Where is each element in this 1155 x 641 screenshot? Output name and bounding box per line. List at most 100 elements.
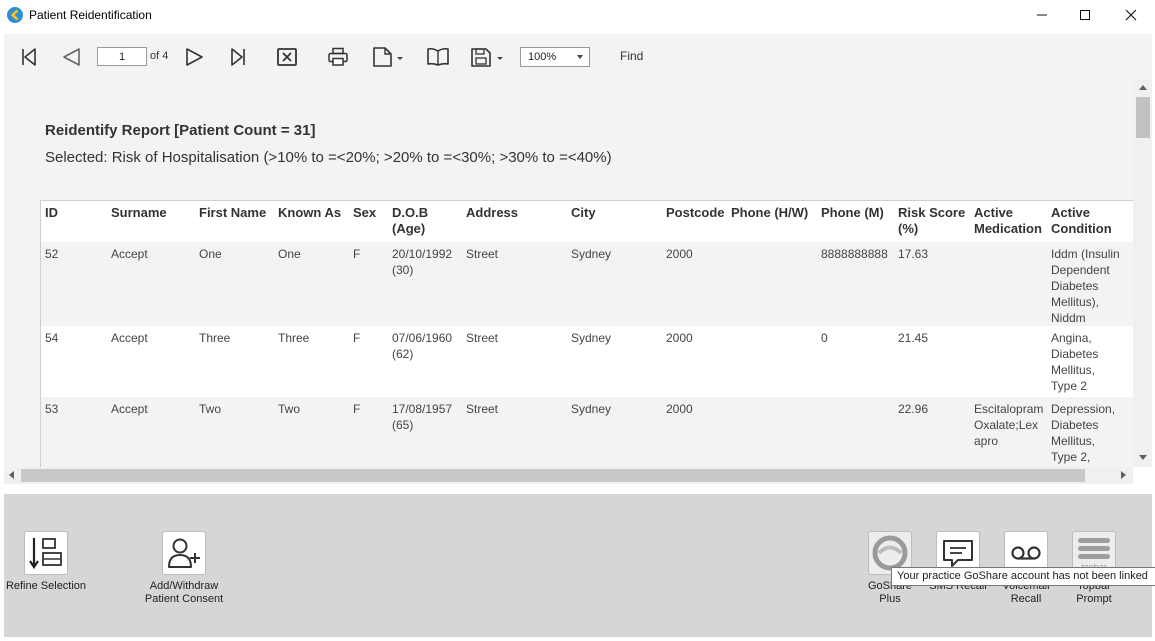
cell-active-condition: Depression, Diabetes Mellitus, Type 2, H… bbox=[1051, 402, 1116, 467]
add-withdraw-consent-button[interactable] bbox=[162, 531, 206, 575]
column-header-city: City bbox=[571, 205, 596, 220]
cell-risk-score: 21.45 bbox=[898, 331, 929, 345]
cell-first-name: Two bbox=[199, 402, 222, 416]
title-bar: Patient Reidentification bbox=[0, 0, 1155, 30]
print-button[interactable] bbox=[325, 45, 351, 69]
table-row[interactable]: 53 Accept Two Two F 17/08/1957 (65) Stre… bbox=[41, 397, 1133, 467]
first-page-button[interactable] bbox=[18, 45, 40, 69]
cell-address: Street bbox=[466, 331, 499, 345]
cell-address: Street bbox=[466, 402, 499, 416]
scroll-up-icon[interactable] bbox=[1139, 85, 1147, 90]
horizontal-scroll-thumb[interactable] bbox=[21, 469, 1085, 482]
cell-surname: Accept bbox=[111, 247, 148, 261]
close-button[interactable] bbox=[1108, 0, 1154, 30]
minimize-icon bbox=[1037, 14, 1047, 16]
save-button[interactable] bbox=[468, 45, 506, 69]
report-toolbar: of 4 100% Find bbox=[4, 34, 1152, 80]
report-subtitle: Selected: Risk of Hospitalisation (>10% … bbox=[45, 149, 612, 166]
cell-id: 54 bbox=[45, 331, 59, 345]
print-layout-icon bbox=[427, 47, 449, 66]
report-title: Reidentify Report [Patient Count = 31] bbox=[45, 122, 316, 139]
column-header-address: Address bbox=[466, 205, 519, 220]
maximize-button[interactable] bbox=[1062, 0, 1108, 30]
sms-icon bbox=[943, 540, 973, 567]
cell-known-as: Two bbox=[278, 402, 301, 416]
zoom-value: 100% bbox=[528, 51, 557, 63]
column-header-phone-m: Phone (M) bbox=[821, 205, 884, 220]
previous-page-icon bbox=[63, 48, 80, 66]
next-page-icon bbox=[186, 48, 203, 66]
cell-first-name: One bbox=[199, 247, 222, 261]
stop-icon bbox=[277, 48, 297, 66]
cell-address: Street bbox=[466, 247, 499, 261]
goshare-tooltip: Your practice GoShare account has not be… bbox=[891, 567, 1155, 586]
chevron-down-icon bbox=[577, 55, 583, 59]
cell-surname: Accept bbox=[111, 402, 148, 416]
column-header-known-as: Known As bbox=[278, 205, 342, 220]
cell-city: Sydney bbox=[571, 331, 612, 345]
cell-surname: Accept bbox=[111, 331, 148, 345]
find-link[interactable]: Find bbox=[620, 49, 643, 63]
vertical-scroll-thumb[interactable] bbox=[1136, 97, 1150, 138]
vertical-scrollbar[interactable] bbox=[1133, 80, 1152, 467]
cell-active-condition: Angina, Diabetes Mellitus, Type 2 bbox=[1051, 331, 1099, 393]
cell-city: Sydney bbox=[571, 247, 612, 261]
cell-dob: 07/06/1960 (62) bbox=[392, 331, 453, 361]
next-page-button[interactable] bbox=[183, 45, 207, 69]
action-panel: Refine Selection Add/Withdraw Patient Co… bbox=[4, 494, 1152, 637]
column-header-phone-hw: Phone (H/W) bbox=[731, 205, 809, 220]
refine-selection-icon bbox=[29, 538, 62, 569]
cell-sex: F bbox=[353, 247, 361, 261]
cell-dob: 20/10/1992 (30) bbox=[392, 247, 453, 277]
add-withdraw-consent-label: Add/Withdraw Patient Consent bbox=[144, 580, 224, 605]
refine-selection-button[interactable] bbox=[24, 531, 68, 575]
report-view: Reidentify Report [Patient Count = 31] S… bbox=[4, 80, 1133, 467]
save-icon bbox=[471, 48, 503, 67]
cell-risk-score: 17.63 bbox=[898, 247, 929, 261]
column-header-first-name: First Name bbox=[199, 205, 267, 220]
cell-risk-score: 22.96 bbox=[898, 402, 929, 416]
app-logo-icon bbox=[7, 7, 23, 23]
column-header-postcode: Postcode bbox=[666, 205, 725, 220]
scroll-right-icon[interactable] bbox=[1121, 471, 1126, 479]
maximize-icon bbox=[1080, 10, 1090, 20]
cell-active-condition: Iddm (Insulin Dependent Diabetes Mellitu… bbox=[1051, 247, 1120, 325]
scroll-down-icon[interactable] bbox=[1139, 455, 1147, 460]
cell-id: 53 bbox=[45, 402, 59, 416]
previous-page-button[interactable] bbox=[59, 45, 83, 69]
last-page-icon bbox=[231, 48, 245, 66]
refine-selection-label: Refine Selection bbox=[5, 580, 87, 592]
column-header-dob: D.O.B (Age) bbox=[392, 205, 429, 236]
scroll-left-icon[interactable] bbox=[9, 471, 14, 479]
cell-postcode: 2000 bbox=[666, 247, 693, 261]
last-page-button[interactable] bbox=[227, 45, 249, 69]
cell-active-medication: Escitalopram Oxalate;Lexapro bbox=[974, 402, 1044, 448]
page-number-input[interactable] bbox=[97, 47, 147, 66]
cell-first-name: Three bbox=[199, 331, 231, 345]
page-setup-icon bbox=[373, 47, 403, 67]
first-page-icon bbox=[22, 48, 36, 66]
minimize-button[interactable] bbox=[1019, 0, 1065, 30]
stop-button[interactable] bbox=[275, 45, 299, 69]
add-user-icon bbox=[168, 538, 200, 568]
close-icon bbox=[1125, 9, 1137, 21]
print-layout-button[interactable] bbox=[425, 45, 451, 69]
horizontal-scrollbar[interactable] bbox=[4, 467, 1133, 484]
table-row[interactable]: 52 Accept One One F 20/10/1992 (30) Stre… bbox=[41, 242, 1133, 326]
column-header-surname: Surname bbox=[111, 205, 167, 220]
column-header-active-medication: Active Medication bbox=[974, 205, 1042, 236]
cell-sex: F bbox=[353, 402, 361, 416]
page-count-label: of 4 bbox=[150, 50, 169, 62]
cell-known-as: One bbox=[278, 247, 301, 261]
column-header-id: ID bbox=[45, 205, 58, 220]
table-row[interactable]: 54 Accept Three Three F 07/06/1960 (62) … bbox=[41, 326, 1133, 397]
window-title: Patient Reidentification bbox=[29, 8, 152, 22]
cell-postcode: 2000 bbox=[666, 331, 693, 345]
column-header-risk-score: Risk Score (%) bbox=[898, 205, 966, 236]
zoom-dropdown[interactable]: 100% bbox=[520, 47, 590, 67]
column-header-active-condition: Active Condition bbox=[1051, 205, 1112, 236]
cell-dob: 17/08/1957 (65) bbox=[392, 402, 453, 432]
cell-sex: F bbox=[353, 331, 361, 345]
page-setup-button[interactable] bbox=[370, 45, 406, 69]
cell-id: 52 bbox=[45, 247, 59, 261]
